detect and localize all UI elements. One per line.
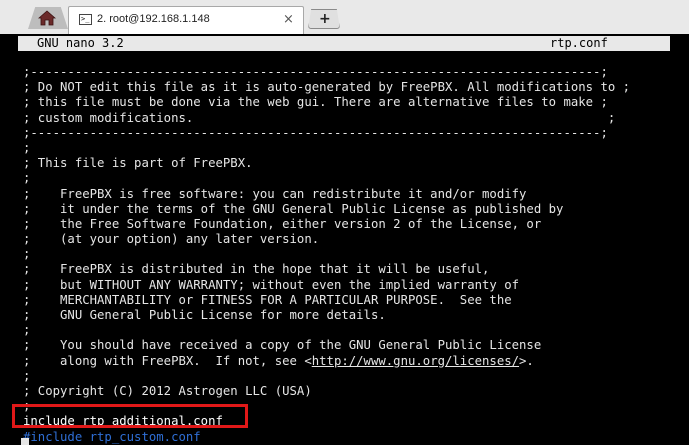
file-line: ; xyxy=(23,323,31,338)
file-line: ; this file must be done via the web gui… xyxy=(23,95,608,110)
tab-bar: >_ 2. root@192.168.1.148 × + xyxy=(0,0,689,34)
tab-session[interactable]: >_ 2. root@192.168.1.148 × xyxy=(68,6,304,34)
include-custom-line: #include rtp_custom.conf xyxy=(23,429,201,444)
file-line: ; but WITHOUT ANY WARRANTY; without even… xyxy=(23,277,520,292)
license-link[interactable]: http://www.gnu.org/licenses/ xyxy=(312,354,519,368)
highlight-box xyxy=(12,404,248,428)
terminal-window: >_ 2. root@192.168.1.148 × + GNU nano 3.… xyxy=(0,0,689,445)
tab-title: 2. root@192.168.1.148 xyxy=(97,13,210,25)
file-line: ; You should have received a copy of the… xyxy=(23,338,542,353)
file-line: ; GNU General Public License for more de… xyxy=(23,308,386,322)
plus-icon: + xyxy=(319,11,331,27)
file-line: ; xyxy=(23,140,31,155)
nano-version: GNU nano 3.2 xyxy=(37,36,124,50)
file-line: ; the Free Software Foundation, either v… xyxy=(23,216,542,231)
file-line: ; FreePBX is distributed in the hope tha… xyxy=(23,262,490,277)
file-line-with-link: ; along with FreePBX. If not, see <http:… xyxy=(23,354,630,369)
file-line: ; (at your option) any later version. xyxy=(23,232,320,247)
file-content[interactable]: ;---------------------------------------… xyxy=(23,65,630,445)
nano-filename: rtp.conf xyxy=(550,36,608,50)
file-line: ; Do NOT edit this file as it is auto-ge… xyxy=(23,80,631,95)
file-line: ; xyxy=(23,171,31,186)
home-icon xyxy=(38,10,56,26)
file-line: ; Copyright (C) 2012 Astrogen LLC (USA) xyxy=(23,383,312,398)
file-line: ; xyxy=(23,368,31,383)
file-line: ; This file is part of FreePBX. xyxy=(23,156,253,171)
text-cursor xyxy=(21,438,29,445)
file-line: ; it under the terms of the GNU General … xyxy=(23,201,564,216)
nano-title-bar: GNU nano 3.2 rtp.conf xyxy=(18,36,670,51)
file-line: ; custom modifications. ; xyxy=(23,110,616,125)
file-line: ;---------------------------------------… xyxy=(23,125,608,140)
terminal-icon: >_ xyxy=(79,14,92,25)
file-line-text: ; along with FreePBX. If not, see < xyxy=(23,353,312,368)
file-line-suffix: >. xyxy=(519,353,534,368)
terminal-margin xyxy=(0,34,16,445)
home-tab[interactable] xyxy=(28,7,68,29)
new-tab-button[interactable]: + xyxy=(308,9,340,29)
file-line: ; FreePBX is free software: you can redi… xyxy=(23,186,527,201)
file-line: ;---------------------------------------… xyxy=(23,65,608,79)
close-icon[interactable]: × xyxy=(283,12,294,27)
file-line: ; MERCHANTABILITY or FITNESS FOR A PARTI… xyxy=(23,292,512,307)
file-line: ; xyxy=(23,247,31,262)
